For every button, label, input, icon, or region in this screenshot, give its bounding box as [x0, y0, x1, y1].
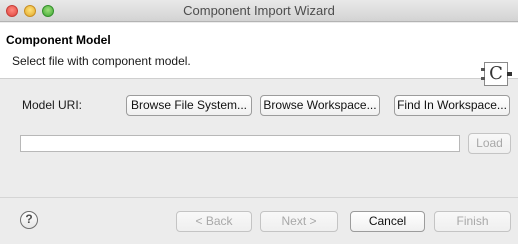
- back-button[interactable]: < Back: [176, 211, 252, 232]
- page-title: Component Model: [6, 33, 111, 47]
- component-icon-glyph: C: [489, 63, 503, 84]
- next-button[interactable]: Next >: [260, 211, 338, 232]
- window-title: Component Import Wizard: [183, 3, 335, 18]
- find-in-workspace-button[interactable]: Find In Workspace...: [394, 95, 510, 116]
- cancel-button[interactable]: Cancel: [350, 211, 425, 232]
- browse-file-system-button[interactable]: Browse File System...: [126, 95, 252, 116]
- help-icon[interactable]: ?: [20, 211, 38, 229]
- title-bar: Component Import Wizard: [0, 0, 518, 22]
- component-pin-icon: [507, 72, 512, 76]
- model-uri-input[interactable]: [20, 135, 460, 152]
- wizard-window: Component Import Wizard Component Model …: [0, 0, 518, 244]
- finish-button[interactable]: Finish: [434, 211, 511, 232]
- model-uri-label: Model URI:: [22, 98, 83, 112]
- component-icon: C: [481, 62, 512, 86]
- browse-workspace-button[interactable]: Browse Workspace...: [260, 95, 380, 116]
- wizard-header: Component Model Select file with compone…: [0, 23, 518, 86]
- load-button[interactable]: Load: [468, 133, 511, 154]
- page-description: Select file with component model.: [12, 54, 191, 68]
- component-pin-icon: [481, 77, 485, 80]
- component-pin-icon: [481, 68, 485, 71]
- footer-divider: [0, 197, 518, 198]
